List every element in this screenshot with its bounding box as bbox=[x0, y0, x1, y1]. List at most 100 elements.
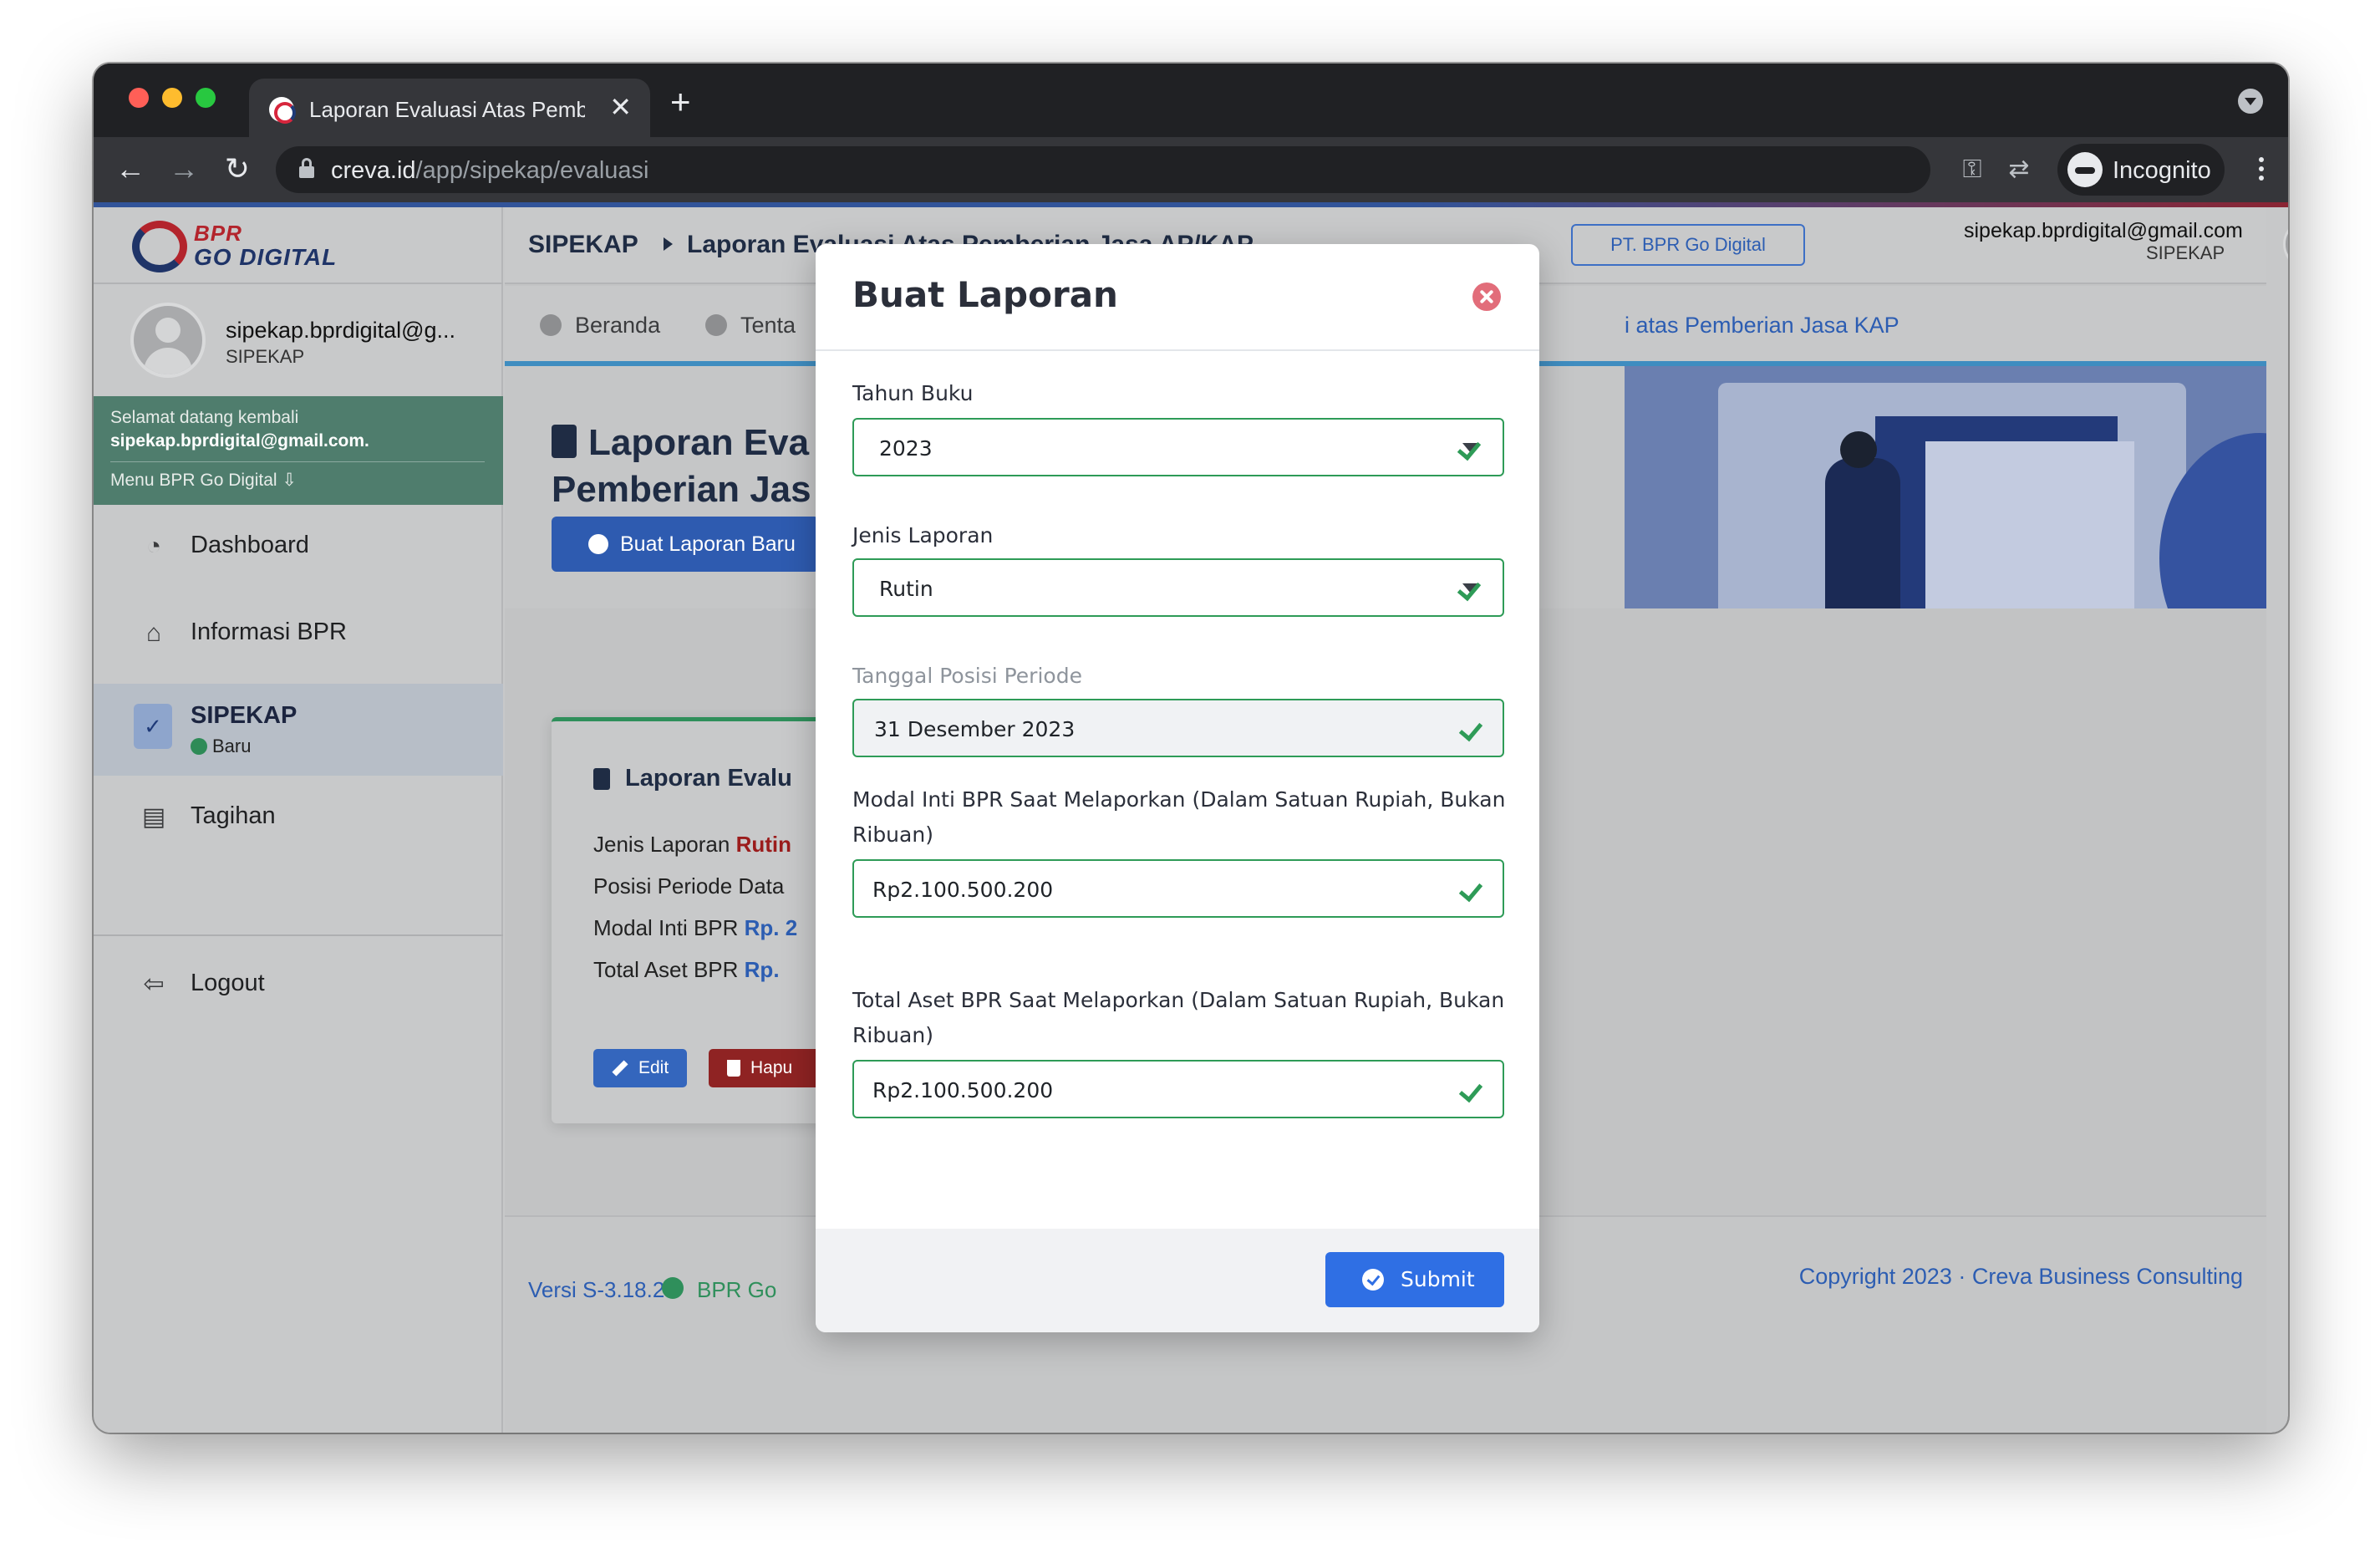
sidebar-item-logout[interactable]: ⇦ Logout bbox=[94, 943, 503, 1030]
tahun-buku-label: Tahun Buku bbox=[852, 381, 974, 405]
back-arrow-icon[interactable]: ← bbox=[110, 149, 150, 189]
tab-search-icon[interactable] bbox=[2238, 89, 2263, 114]
copyright-link[interactable]: Copyright 2023 · Creva Business Consulti… bbox=[1799, 1264, 2243, 1290]
tab-tentang[interactable]: Tenta bbox=[705, 313, 796, 339]
valid-check-icon bbox=[1461, 719, 1484, 739]
sidebar-divider bbox=[94, 934, 503, 936]
tab-evaluasi-kap[interactable]: i atas Pemberian Jasa KAP bbox=[1625, 313, 1899, 339]
submit-button[interactable]: Submit bbox=[1325, 1252, 1504, 1307]
key-icon[interactable]: ⚿ bbox=[1954, 151, 1991, 188]
incognito-icon bbox=[2067, 152, 2103, 187]
sidebar-item-dashboard[interactable]: ◔ Dashboard bbox=[94, 505, 503, 592]
lock-icon[interactable] bbox=[299, 158, 314, 178]
new-badge: Baru bbox=[191, 736, 251, 757]
modal-inti-value: Rp2.100.500.200 bbox=[872, 878, 1054, 902]
clipboard-check-icon: ✓ bbox=[134, 704, 172, 749]
info-icon bbox=[705, 314, 727, 336]
modal-inti-label: Modal Inti BPR Saat Melaporkan (Dalam Sa… bbox=[852, 787, 1506, 847]
brand-logo[interactable]: BPR GO DIGITAL bbox=[94, 207, 503, 284]
sidebar-item-label: Informasi BPR bbox=[191, 619, 347, 645]
new-tab-button[interactable]: + bbox=[670, 84, 691, 120]
hero-illustration bbox=[1625, 366, 2266, 608]
close-window-button[interactable] bbox=[129, 88, 149, 108]
bank-icon: ⌂ bbox=[145, 619, 162, 647]
card-posisi-row: Posisi Periode Data bbox=[593, 873, 785, 899]
minimize-window-button[interactable] bbox=[162, 88, 182, 108]
total-aset-label: Total Aset BPR Saat Melaporkan (Dalam Sa… bbox=[852, 988, 1505, 1047]
jenis-laporan-label: Jenis Laporan bbox=[852, 523, 994, 547]
welcome-greeting: Selamat datang kembali bbox=[110, 408, 299, 427]
address-bar[interactable]: creva.id/app/sipekap/evaluasi bbox=[276, 146, 1930, 193]
incognito-profile[interactable]: Incognito bbox=[2057, 144, 2225, 196]
card-modal-row: Modal Inti BPR Rp. 2 bbox=[593, 915, 798, 940]
favicon-icon bbox=[269, 97, 296, 124]
footer-org: BPR Go bbox=[697, 1277, 777, 1302]
tab-close-icon[interactable]: ✕ bbox=[609, 90, 632, 124]
sidebar-user-role: SIPEKAP bbox=[226, 346, 305, 367]
sidebar-item-sipekap[interactable]: ✓ SIPEKAP Baru bbox=[94, 684, 503, 776]
modal-title: Buat Laporan bbox=[852, 274, 1118, 315]
tahun-buku-value: 2023 bbox=[879, 436, 933, 461]
card-jenis-row: Jenis Laporan Rutin bbox=[593, 832, 791, 857]
modal-header: Buat Laporan bbox=[816, 244, 1539, 351]
maximize-window-button[interactable] bbox=[196, 88, 216, 108]
total-aset-value: Rp2.100.500.200 bbox=[872, 1078, 1054, 1102]
app-version: Versi S-3.18.2 bbox=[528, 1277, 665, 1302]
card-aset-row: Total Aset BPR Rp. bbox=[593, 957, 780, 982]
valid-check-icon bbox=[1461, 1080, 1484, 1100]
tanggal-posisi-field: 31 Desember 2023 bbox=[852, 699, 1504, 757]
gauge-icon: ◔ bbox=[145, 532, 162, 560]
browser-tab[interactable]: Laporan Evaluasi Atas Pemberian Jasa AP/… bbox=[249, 79, 650, 137]
tanggal-posisi-value: 31 Desember 2023 bbox=[874, 717, 1076, 741]
header-user-role: SIPEKAP bbox=[2146, 242, 2225, 263]
welcome-divider bbox=[110, 461, 485, 462]
tahun-buku-select[interactable]: 2023 bbox=[852, 418, 1504, 476]
report-card-title: Laporan Evalu bbox=[593, 765, 792, 792]
url-text[interactable]: creva.id/app/sipekap/evaluasi bbox=[331, 157, 648, 185]
tanggal-posisi-label: Tanggal Posisi Periode bbox=[852, 664, 1082, 688]
brand-line-2: GO DIGITAL bbox=[194, 244, 338, 270]
close-icon[interactable] bbox=[1472, 283, 1501, 311]
modal-inti-input[interactable]: Rp2.100.500.200 bbox=[852, 859, 1504, 918]
reload-icon[interactable]: ↻ bbox=[217, 149, 257, 189]
incognito-label: Incognito bbox=[2113, 157, 2211, 184]
sidebar-item-label: Dashboard bbox=[191, 532, 309, 558]
gauge-icon bbox=[540, 314, 562, 336]
sidebar-user: sipekap.bprdigital@g... SIPEKAP bbox=[94, 286, 503, 396]
header-user-email: sipekap.bprdigital@gmail.com bbox=[1964, 219, 2243, 242]
sidebar-item-tagihan[interactable]: ▤ Tagihan bbox=[94, 776, 503, 863]
organization-button[interactable]: PT. BPR Go Digital bbox=[1571, 224, 1805, 266]
logo-mark-icon bbox=[132, 221, 187, 272]
logout-icon: ⇦ bbox=[143, 970, 165, 998]
browser-toolbar: ← → ↻ creva.id/app/sipekap/evaluasi ⚿ ⇄ … bbox=[94, 137, 2288, 202]
create-report-button[interactable]: Buat Laporan Baru bbox=[552, 517, 819, 572]
sidebar-item-label: Logout bbox=[191, 970, 265, 996]
user-avatar-icon bbox=[130, 303, 206, 378]
sidebar-item-informasi-bpr[interactable]: ⌂ Informasi BPR bbox=[94, 592, 503, 679]
total-aset-input[interactable]: Rp2.100.500.200 bbox=[852, 1060, 1504, 1118]
valid-check-icon bbox=[1459, 438, 1482, 458]
sidebar-item-label: SIPEKAP bbox=[191, 702, 298, 729]
edit-button[interactable]: Edit bbox=[593, 1049, 687, 1087]
sidebar-item-label: Tagihan bbox=[191, 802, 276, 829]
translate-icon[interactable]: ⇄ bbox=[2001, 151, 2037, 188]
jenis-laporan-select[interactable]: Rutin bbox=[852, 558, 1504, 617]
header-avatar-icon bbox=[2283, 219, 2288, 269]
modal-footer: Submit bbox=[816, 1229, 1539, 1332]
valid-check-icon bbox=[1461, 879, 1484, 899]
breadcrumb-caret-icon bbox=[664, 237, 673, 251]
breadcrumb-root[interactable]: SIPEKAP bbox=[528, 231, 638, 259]
tab-beranda[interactable]: Beranda bbox=[540, 313, 660, 339]
forward-arrow-icon[interactable]: → bbox=[164, 149, 204, 189]
welcome-panel: Selamat datang kembali sipekap.bprdigita… bbox=[94, 396, 503, 505]
tab-title: Laporan Evaluasi Atas Pemberian Jasa AP/… bbox=[309, 97, 585, 122]
sidebar: BPR GO DIGITAL sipekap.bprdigital@g... S… bbox=[94, 207, 503, 1433]
browser-menu-icon[interactable] bbox=[2256, 154, 2266, 187]
tab-bar: Laporan Evaluasi Atas Pemberian Jasa AP/… bbox=[94, 64, 2288, 137]
invoice-icon: ▤ bbox=[141, 803, 166, 831]
valid-check-icon bbox=[1459, 578, 1482, 598]
page-title: Laporan Eva Pemberian Jas bbox=[552, 422, 811, 510]
welcome-email: sipekap.bprdigital@gmail.com. bbox=[110, 431, 369, 451]
brand-line-1: BPR bbox=[194, 221, 242, 246]
welcome-menu-toggle[interactable]: Menu BPR Go Digital ⇩ bbox=[110, 470, 297, 491]
